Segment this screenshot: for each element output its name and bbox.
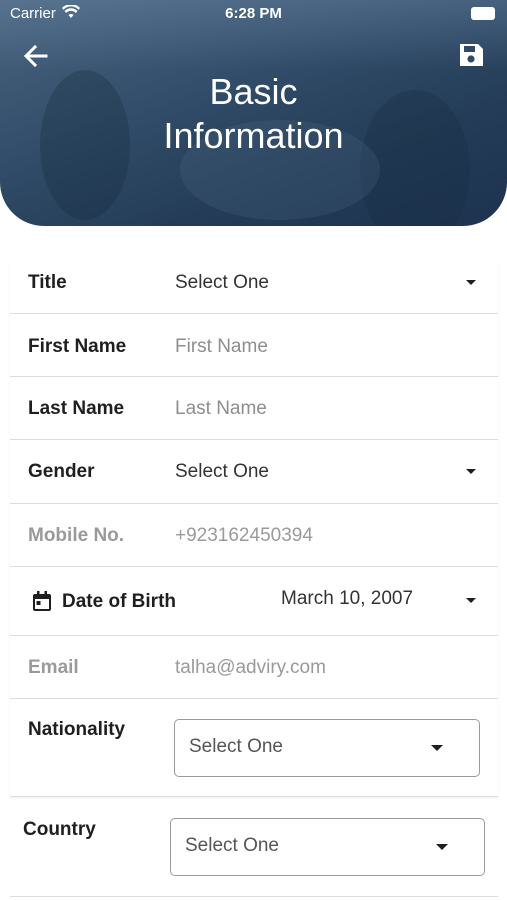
country-field: Country Select One xyxy=(10,809,498,897)
mobile-label: Mobile No. xyxy=(28,525,125,546)
email-label: Email xyxy=(28,657,79,678)
first-name-input[interactable]: First Name xyxy=(175,336,268,358)
mobile-field: Mobile No. +923162450394 xyxy=(10,504,498,567)
last-name-field: Last Name Last Name xyxy=(10,377,498,440)
chevron-down-icon[interactable] xyxy=(466,469,476,474)
country-select-value: Select One xyxy=(185,835,279,856)
save-button[interactable] xyxy=(457,41,485,69)
nationality-select[interactable]: Select One xyxy=(174,719,480,777)
nationality-label: Nationality xyxy=(28,719,126,740)
last-name-label: Last Name xyxy=(28,398,125,419)
basic-info-form: Title Select One First Name First Name L… xyxy=(10,262,498,897)
email-field: Email talha@adviry.com xyxy=(10,636,498,699)
dob-field[interactable]: Date of Birth March 10, 2007 xyxy=(10,567,498,636)
status-bar: Carrier 6:28 PM xyxy=(0,0,507,28)
chevron-down-icon xyxy=(431,745,443,751)
gender-select-value[interactable]: Select One xyxy=(175,461,269,483)
battery-icon xyxy=(471,7,495,20)
chevron-down-icon xyxy=(436,844,448,850)
title-select-value[interactable]: Select One xyxy=(175,272,269,294)
last-name-input[interactable]: Last Name xyxy=(175,398,267,420)
arrow-left-icon xyxy=(23,44,48,68)
gender-field[interactable]: Gender Select One xyxy=(10,440,498,504)
mobile-value: +923162450394 xyxy=(175,525,313,546)
calendar-icon xyxy=(30,589,54,613)
dob-label: Date of Birth xyxy=(62,591,176,612)
nationality-field: Nationality Select One xyxy=(10,699,498,797)
back-button[interactable] xyxy=(22,42,50,70)
header-banner: Carrier 6:28 PM Basic Information xyxy=(0,0,507,226)
page-title: Basic Information xyxy=(0,70,507,158)
first-name-label: First Name xyxy=(28,336,127,357)
title-label: Title xyxy=(28,272,67,293)
page-title-line1: Basic xyxy=(209,71,298,112)
chevron-down-icon[interactable] xyxy=(466,280,476,285)
gender-label: Gender xyxy=(28,461,95,482)
nationality-select-value: Select One xyxy=(189,736,283,757)
floppy-disk-icon xyxy=(460,44,483,66)
dob-value[interactable]: March 10, 2007 xyxy=(281,588,413,610)
country-select[interactable]: Select One xyxy=(170,818,485,876)
title-field[interactable]: Title Select One xyxy=(10,262,498,314)
first-name-field: First Name First Name xyxy=(10,314,498,377)
email-value: talha@adviry.com xyxy=(175,657,326,678)
clock: 6:28 PM xyxy=(225,5,282,22)
country-label: Country xyxy=(23,819,96,840)
page-title-line2: Information xyxy=(163,115,344,156)
chevron-down-icon[interactable] xyxy=(466,598,476,603)
